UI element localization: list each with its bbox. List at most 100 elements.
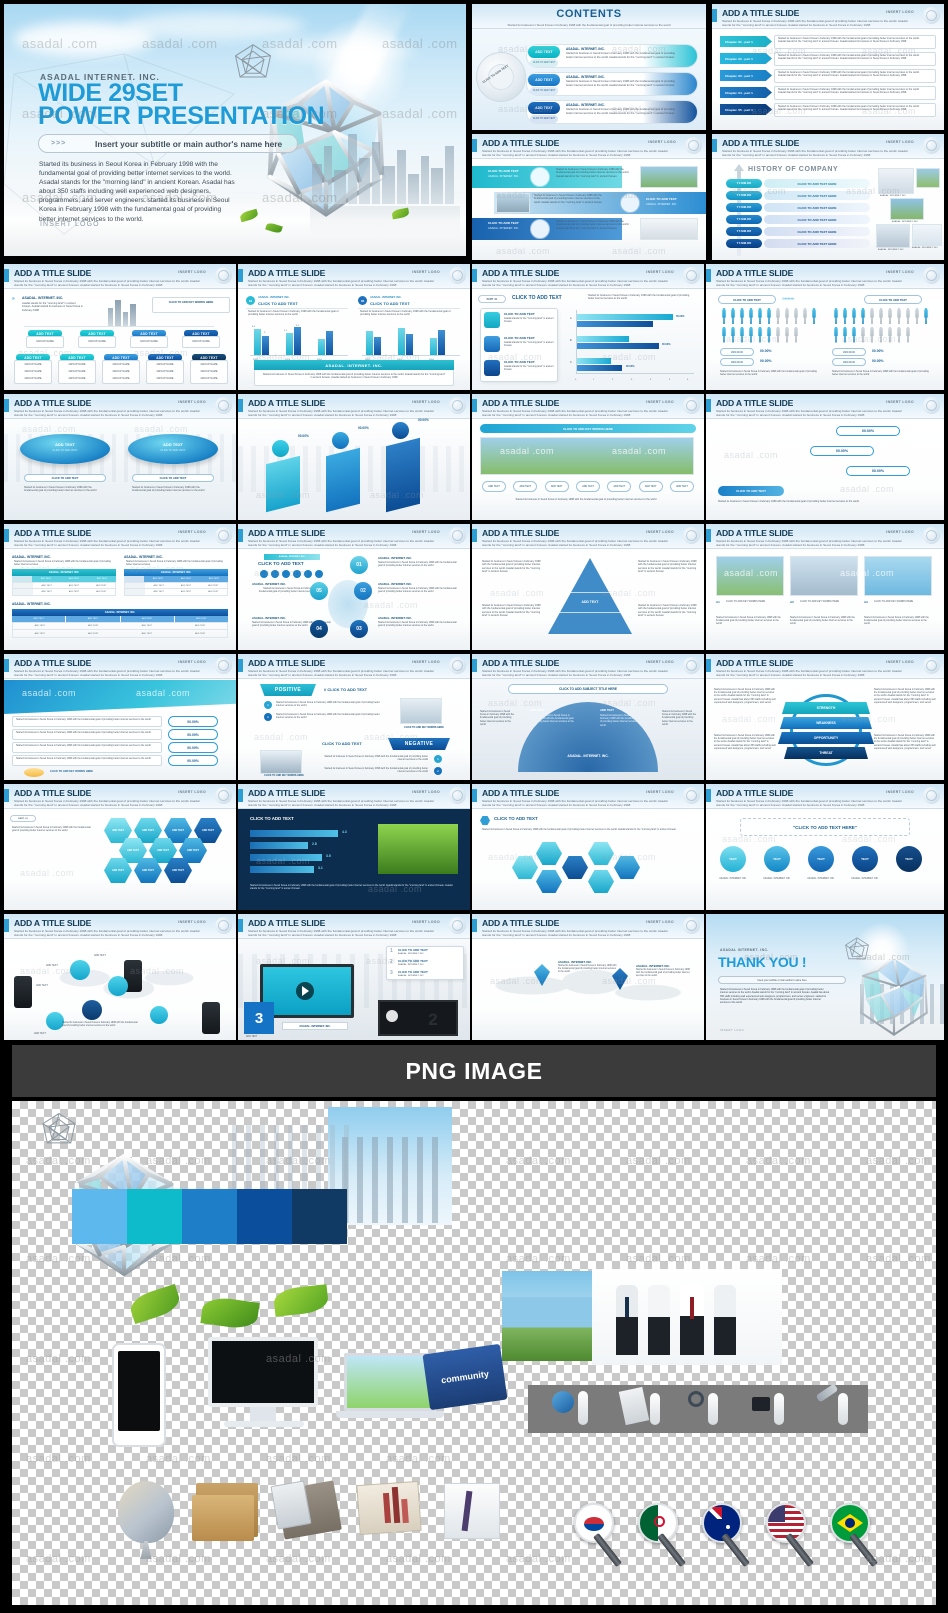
history-text[interactable]: CLICK TO ADD TEXT HERE — [764, 215, 870, 224]
thanks-subtitle[interactable]: Insert your subtitle or main author's na… — [718, 976, 846, 984]
quote-circle[interactable]: TEXT — [896, 846, 922, 872]
dark-cta[interactable]: CLICK TO ADD TEXT — [250, 816, 294, 821]
insert-logo-label[interactable]: INSERT LOGO — [886, 530, 914, 534]
col-cta[interactable]: CLICK TO ADD TEXT — [370, 301, 410, 306]
insert-logo-label[interactable]: INSERT LOGO — [412, 530, 440, 534]
alt-row-cta[interactable]: CLICK TO ADD TEXT — [488, 221, 519, 225]
play-button-icon[interactable] — [386, 1010, 398, 1022]
hex-cta[interactable]: CLICK TO ADD TEXT — [494, 816, 538, 821]
insert-logo-label[interactable]: INSERT LOGO — [178, 400, 206, 404]
contents-badge-sub[interactable]: CLICK TO ADD TEXT — [530, 59, 558, 67]
col-cta[interactable]: CLICK TO ADD TEXT — [258, 301, 298, 306]
slide-hex-teal[interactable]: ADD A TITLE SLIDE INSERT LOGO Started it… — [472, 784, 704, 910]
swot-weakness[interactable]: WEAKNESS — [780, 717, 872, 729]
alt-row-cta[interactable]: CLICK TO ADD TEXT — [646, 197, 677, 201]
insert-logo-label[interactable]: INSERT LOGO — [646, 530, 674, 534]
quote-circle[interactable]: TEXT — [852, 846, 878, 872]
footer-keywords[interactable]: CLICK TO ADD KEY WORDS HERE — [50, 770, 93, 773]
slide-chapters[interactable]: ADD A TITLE SLIDE INSERT LOGO Started it… — [712, 4, 944, 130]
alt-row-cta[interactable]: CLICK TO ADD TEXT — [488, 169, 519, 173]
node-chip[interactable]: ADD TEXT — [513, 480, 538, 492]
insert-logo-label[interactable]: INSERT LOGO — [178, 270, 206, 274]
slide-alternating-rows[interactable]: ADD A TITLE SLIDE INSERT LOGO Started it… — [472, 134, 706, 260]
slide-photo-strip[interactable]: ADD A TITLE SLIDE INSERT LOGO Started it… — [472, 394, 704, 520]
slide-screens[interactable]: ADD A TITLE SLIDE INSERT LOGO Started it… — [238, 914, 470, 1040]
slide-thank-you[interactable]: ASADAL INTERNET. INC. THANK YOU ! Insert… — [706, 914, 944, 1040]
swot-opportunity[interactable]: OPPORTUNITY — [778, 732, 874, 744]
insert-logo-label[interactable]: INSERT LOGO — [178, 920, 206, 924]
history-text[interactable]: CLICK TO ADD TEXT HERE — [764, 239, 870, 248]
node-icon[interactable] — [150, 1006, 168, 1024]
insert-logo-label[interactable]: INSERT LOGO — [646, 270, 674, 274]
feature-cta[interactable]: CLICK TO ADD TEXT — [504, 360, 535, 364]
list-cta[interactable]: CLICK TO ADD TEXT — [398, 948, 428, 952]
insert-logo-label[interactable]: INSERT LOGO — [646, 660, 674, 664]
contents-badge[interactable]: ADD TEXT — [528, 74, 560, 86]
slide-hex-grid[interactable]: ADD A TITLE SLIDE INSERT LOGO Started it… — [4, 784, 236, 910]
slide-positive-negative[interactable]: ADD A TITLE SLIDE INSERT LOGO Started it… — [238, 654, 470, 780]
insert-logo-label[interactable]: INSERT LOGO — [412, 660, 440, 664]
list-cta[interactable]: CLICK TO ADD TEXT — [398, 970, 428, 974]
insert-logo-label[interactable]: INSERT LOGO — [178, 660, 206, 664]
slide-pyramid[interactable]: ADD A TITLE SLIDE INSERT LOGO Started it… — [472, 524, 704, 650]
swot-threat[interactable]: THREAT — [784, 747, 868, 759]
slide-history[interactable]: ADD A TITLE SLIDE INSERT LOGO Started it… — [712, 134, 944, 260]
chapter-row[interactable]: Chapter. 01 - part 1 — [720, 36, 772, 47]
node-number[interactable]: 01 — [350, 556, 368, 574]
add-text-label[interactable]: ADD TEXT — [246, 1036, 257, 1038]
pictogram-left-button[interactable]: CLICK TO ADD TEXT — [718, 295, 776, 304]
insert-logo-label[interactable]: INSERT LOGO — [412, 790, 440, 794]
keywords-label[interactable]: CLICK TO ADD KEY WORDS HERE — [258, 774, 310, 777]
node-icon[interactable] — [108, 976, 128, 996]
history-date[interactable]: YY.MM.DD — [726, 203, 762, 212]
node-icon[interactable] — [70, 960, 90, 980]
subject-button[interactable]: CLICK TO ADD SUBJECT TITLE HERE — [508, 684, 668, 694]
contents-badge[interactable]: ADD TEXT — [528, 46, 560, 58]
history-text[interactable]: CLICK TO ADD TEXT HERE — [764, 179, 870, 188]
chapter-row[interactable]: Chapter. 03 - part 1 — [720, 70, 772, 81]
chapter-row[interactable]: Chapter. 05 - part 1 — [720, 104, 772, 115]
insert-logo-label[interactable]: INSERT LOGO — [178, 530, 206, 534]
quote-circle[interactable]: TEXT — [808, 846, 834, 872]
slide-dark-bars[interactable]: ADD A TITLE SLIDE INSERT LOGO Started it… — [238, 784, 470, 910]
node-chip[interactable]: ADD TEXT — [482, 480, 506, 492]
history-date[interactable]: YY.MM.DD — [726, 191, 762, 200]
insert-logo-label[interactable]: INSERT LOGO — [412, 920, 440, 924]
swot-strength[interactable]: STRENGTH — [782, 702, 870, 714]
insert-logo-label[interactable]: INSERT LOGO — [886, 140, 914, 144]
insert-logo-label[interactable]: INSERT LOGO — [648, 140, 676, 144]
slide-people-pictogram[interactable]: ADD A TITLE SLIDE INSERT LOGO Started it… — [706, 264, 944, 390]
insert-logo-label[interactable]: INSERT LOGO — [886, 400, 914, 404]
node-chip[interactable]: ADD TEXT — [544, 480, 569, 492]
contents-badge-sub[interactable]: CLICK TO ADD TEXT — [530, 87, 558, 95]
slide-quote-circles[interactable]: ADD A TITLE SLIDE INSERT LOGO Started it… — [706, 784, 944, 910]
slide-photo-cards[interactable]: ADD A TITLE SLIDE INSERT LOGO Started it… — [706, 524, 944, 650]
quote-circle[interactable]: TEXT — [720, 846, 746, 872]
thanks-logo-placeholder[interactable]: INSERT LOGO — [720, 1029, 744, 1032]
insert-logo-label[interactable]: INSERT LOGO — [412, 270, 440, 274]
contents-badge-sub[interactable]: CLICK TO ADD TEXT — [530, 115, 558, 123]
slide-two-column-bars[interactable]: ADD A TITLE SLIDE INSERT LOGO Started it… — [238, 264, 470, 390]
insert-logo-label[interactable]: INSERT LOGO — [646, 920, 674, 924]
node-number[interactable]: 05 — [310, 582, 328, 600]
slide-world-pins[interactable]: ADD A TITLE SLIDE INSERT LOGO Started it… — [472, 914, 704, 1040]
insert-logo-label[interactable]: INSERT LOGO — [886, 790, 914, 794]
history-date[interactable]: YY.MM.DD — [726, 227, 762, 236]
insert-logo-label[interactable]: INSERT LOGO — [646, 790, 674, 794]
flow-cta[interactable]: CLICK TO ADD TEXT — [718, 486, 784, 496]
cta-left[interactable]: CLICK TO ADD TEXT — [24, 474, 106, 482]
slide-gauge-list[interactable]: ADD A TITLE SLIDE INSERT LOGO Started it… — [4, 654, 236, 780]
keywords-label[interactable]: CLICK TO ADD KEY WORDS HERE — [398, 726, 450, 729]
slide-isometric-bars[interactable]: ADD A TITLE SLIDE INSERT LOGO Started it… — [238, 394, 470, 520]
circles-cta[interactable]: CLICK TO ADD TEXT — [258, 561, 304, 566]
slide-two-buttons[interactable]: ADD A TITLE SLIDE INSERT LOGO Started it… — [4, 394, 236, 520]
org-keywords-box[interactable] — [152, 297, 230, 313]
contents-badge[interactable]: ADD TEXT — [528, 102, 560, 114]
slide-org-chart[interactable]: ADD A TITLE SLIDE INSERT LOGO Started it… — [4, 264, 236, 390]
dome-item-label[interactable]: ADD TEXT — [600, 708, 614, 712]
insert-logo-label[interactable]: INSERT LOGO — [886, 660, 914, 664]
slide-cta[interactable]: CLICK TO ADD TEXT — [512, 295, 562, 301]
card-cta[interactable]: CLICK TO ADD KEY WORDS HERE — [874, 600, 930, 603]
hero-logo-placeholder[interactable]: INSERT LOGO — [40, 221, 100, 228]
banner-cta[interactable]: CLICK TO ADD KEY WORDS HERE — [480, 424, 696, 433]
